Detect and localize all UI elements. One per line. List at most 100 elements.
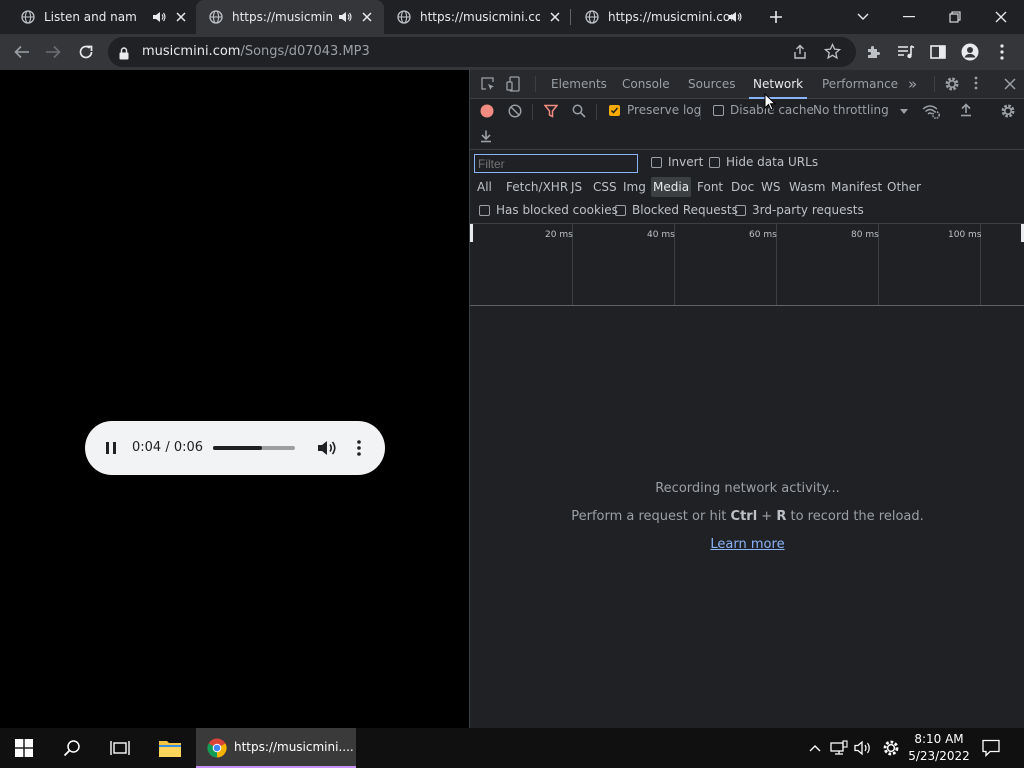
type-filter-img[interactable]: Img [621,177,648,197]
device-toolbar-icon[interactable] [506,76,522,92]
share-icon[interactable] [792,44,808,64]
timeline-left-handle[interactable] [470,224,473,242]
tab-console[interactable]: Console [622,70,670,98]
chevron-up-icon [809,745,821,752]
close-icon[interactable] [547,9,563,25]
chrome-taskbar-title: https://musicmini.... [234,740,354,754]
minimize-button[interactable] [886,0,932,34]
minimize-icon [903,16,915,18]
filter-input[interactable] [474,154,638,173]
speaker-icon[interactable] [728,10,742,24]
action-center-button[interactable] [978,728,1004,768]
close-window-button[interactable] [978,0,1024,34]
forward-button[interactable] [41,40,65,64]
media-controls-button[interactable] [894,40,918,64]
network-icon [830,740,848,755]
filter-icon[interactable] [544,104,558,118]
type-filter-doc[interactable]: Doc [729,177,756,197]
browser-tab-4[interactable]: https://musicmini.com/ [572,0,760,34]
settings-tray-button[interactable] [879,728,903,768]
type-filter-manifest[interactable]: Manifest [829,177,884,197]
import-har-icon[interactable] [960,103,972,117]
browser-tab-1[interactable]: Listen and name th [8,0,196,34]
windows-taskbar: https://musicmini.... 8:10 AM 5/23/2022 [0,728,1024,768]
more-options-icon[interactable] [353,438,365,458]
url-host: musicmini.com [142,44,241,59]
hint-prefix: Perform a request or hit [571,509,731,524]
tab-title: https://musicmini.com/ [608,10,732,24]
browser-tab-3[interactable]: https://musicmini.com/ [384,0,572,34]
throttling-select[interactable]: No throttling [813,103,889,117]
type-filter-media[interactable]: Media [651,177,692,197]
back-button[interactable] [10,40,34,64]
extensions-button[interactable] [862,40,886,64]
address-bar[interactable]: musicmini.com/Songs/d07043.MP3 [108,37,856,67]
learn-more-link[interactable]: Learn more [710,537,784,552]
network-overview-timeline[interactable]: 20 ms 40 ms 60 ms 80 ms 100 ms [470,224,1024,306]
type-filter-all[interactable]: All [475,177,494,197]
bookmark-star-icon[interactable] [823,42,842,64]
audio-player[interactable]: 0:04 / 0:06 [85,421,385,475]
mouse-cursor-icon [764,92,777,115]
third-party-requests-checkbox[interactable] [735,205,746,216]
tab-sources[interactable]: Sources [688,70,735,98]
export-har-icon[interactable] [480,129,492,143]
speaker-icon[interactable] [338,10,352,24]
blocked-requests-checkbox[interactable] [615,205,626,216]
type-filter-wasm[interactable]: Wasm [787,177,827,197]
reload-button[interactable] [74,40,98,64]
type-filter-js[interactable]: JS [569,177,584,197]
profile-button[interactable] [958,40,982,64]
file-explorer-button[interactable] [146,728,194,768]
devtools-menu-icon[interactable] [974,76,978,90]
seek-bar[interactable] [213,446,295,450]
volume-icon[interactable] [317,439,337,457]
volume-tray-button[interactable] [852,728,874,768]
network-conditions-icon[interactable] [922,103,940,119]
has-blocked-cookies-checkbox[interactable] [479,205,490,216]
side-panel-button[interactable] [926,40,950,64]
tab-network[interactable]: Network [748,70,808,99]
more-tabs-button[interactable]: » [908,70,917,98]
hide-data-urls-checkbox[interactable] [709,157,720,168]
clear-icon[interactable] [508,104,522,118]
close-devtools-icon[interactable] [1004,78,1016,90]
type-filter-other[interactable]: Other [885,177,923,197]
browser-tab-2[interactable]: https://musicmini.c [196,0,384,34]
type-filter-css[interactable]: CSS [591,177,619,197]
close-icon[interactable] [359,9,375,25]
new-tab-button[interactable] [754,0,798,34]
type-filter-ws[interactable]: WS [759,177,782,197]
has-blocked-cookies-label: Has blocked cookies [496,203,618,217]
show-hidden-icons-button[interactable] [804,728,826,768]
toolbar-divider [700,104,701,120]
search-icon [63,740,80,757]
record-icon[interactable] [480,104,494,118]
tab-search-button[interactable] [840,0,886,34]
network-settings-gear-icon[interactable] [1000,103,1016,119]
ctrl-key: Ctrl [730,509,758,524]
start-button[interactable] [0,728,48,768]
preserve-log-checkbox[interactable] [609,105,620,116]
chrome-menu-button[interactable] [990,40,1014,64]
invert-checkbox[interactable] [651,157,662,168]
gear-icon [883,740,899,756]
inspect-element-icon[interactable] [480,76,496,92]
search-icon[interactable] [572,104,586,118]
disable-cache-checkbox[interactable] [713,105,724,116]
type-filter-font[interactable]: Font [695,177,725,197]
restore-button[interactable] [932,0,978,34]
tab-elements[interactable]: Elements [551,70,607,98]
network-tray-button[interactable] [828,728,850,768]
tab-performance[interactable]: Performance [822,70,898,98]
search-button[interactable] [48,728,96,768]
close-icon[interactable] [173,9,189,25]
task-view-button[interactable] [96,728,144,768]
speaker-icon[interactable] [152,10,166,24]
chrome-taskbar-button[interactable]: https://musicmini.... [196,728,356,768]
third-party-requests-label: 3rd-party requests [752,203,864,217]
pause-icon[interactable] [104,440,118,456]
type-filter-fetch-xhr[interactable]: Fetch/XHR [504,177,570,197]
system-clock[interactable]: 8:10 AM 5/23/2022 [906,731,972,765]
settings-gear-icon[interactable] [944,76,960,92]
